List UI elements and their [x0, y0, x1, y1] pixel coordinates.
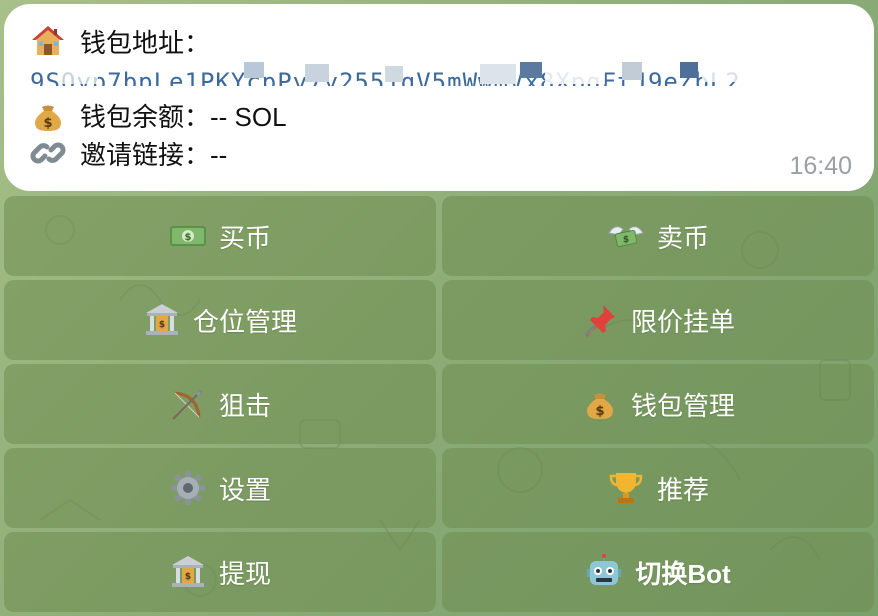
position-management-button[interactable]: $ 仓位管理 [4, 280, 436, 360]
svg-text:$: $ [43, 116, 52, 131]
svg-text:$: $ [159, 320, 165, 330]
pushpin-icon [584, 305, 615, 337]
balance-text: 钱包余额：-- SOL [80, 101, 287, 132]
address-label: 钱包地址： [80, 27, 211, 58]
buy-coin-button[interactable]: $ 买币 [4, 196, 436, 276]
address-line: 钱包地址： [30, 22, 848, 60]
bow-and-arrow-icon [172, 390, 202, 420]
message-time: 16:40 [789, 152, 852, 180]
gear-icon [170, 471, 205, 505]
referral-button[interactable]: 推荐 [442, 448, 874, 528]
bank-icon: $ [171, 556, 204, 587]
money-bag-icon: $ [586, 393, 613, 419]
svg-text:$: $ [595, 404, 604, 419]
wallet-address-value[interactable]: 9SQyp7bpLe1PKYcpPy7y2551gV5mWwmVx8XpqFtJ… [30, 62, 848, 86]
wallet-management-button[interactable]: $ 钱包管理 [442, 364, 874, 444]
invite-line: 邀请链接：-- [30, 134, 848, 172]
balance-line: $ 钱包余额：-- SOL [30, 96, 848, 134]
withdraw-button[interactable]: $ 提现 [4, 532, 436, 612]
robot-icon [587, 554, 622, 585]
limit-order-button[interactable]: 限价挂单 [442, 280, 874, 360]
svg-text:$: $ [623, 235, 629, 245]
inline-keyboard: $ 买币 $ 卖币 $ 仓位管理 限价挂单 狙击 $ 钱包管理 设置 推荐 $ … [4, 196, 874, 612]
house-icon [32, 26, 64, 55]
message-bubble: 钱包地址： 9SQyp7bpLe1PKYcpPy7y2551gV5mWwmVx8… [4, 4, 874, 191]
settings-button[interactable]: 设置 [4, 448, 436, 528]
link-icon [30, 142, 66, 164]
snipe-button[interactable]: 狙击 [4, 364, 436, 444]
trophy-icon [609, 473, 643, 503]
svg-text:$: $ [185, 232, 192, 243]
invite-text: 邀请链接：-- [80, 139, 228, 170]
money-bag-icon: $ [35, 105, 61, 131]
svg-text:$: $ [185, 572, 191, 582]
money-with-wings-icon: $ [608, 226, 644, 248]
bank-icon: $ [145, 304, 178, 335]
switch-bot-button[interactable]: 切换Bot [442, 532, 874, 612]
dollar-banknote-icon: $ [170, 226, 206, 246]
sell-coin-button[interactable]: $ 卖币 [442, 196, 874, 276]
